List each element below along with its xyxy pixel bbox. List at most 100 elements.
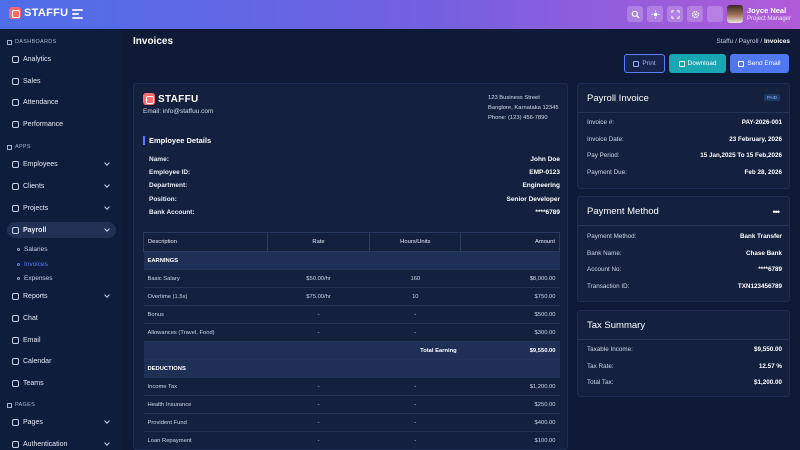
sidebar-item-reports[interactable]: Reports [7,288,116,304]
download-icon [678,60,685,67]
logo-icon [143,93,155,105]
section-icon [7,402,12,408]
grid-icon[interactable] [707,6,723,22]
logo-text: STAFFU [24,7,69,19]
logo-icon [9,7,21,19]
wallet-icon [12,226,19,234]
column-header: Amount [460,232,560,252]
card-title: Payment Method [587,206,659,217]
sidebar-item-employees[interactable]: Employees [7,156,116,172]
user-role: Project Manager [747,15,792,22]
sidebar-item-clients[interactable]: Clients [7,178,116,194]
sidebar-item-label: Clients [23,182,45,190]
table-row: Allowances (Travel, Food) - - $300.00 [143,323,560,342]
deductions-section-row: DEDUCTIONS [143,359,560,378]
sidebar-item-calendar[interactable]: Calendar [7,353,116,369]
info-row: Invoice Date: 23 February, 2026 [587,136,782,143]
bar-chart-icon [12,120,19,128]
chevron-down-icon [104,418,110,424]
sidebar-item-chat[interactable]: Chat [7,310,116,326]
download-button[interactable]: Download [669,54,726,73]
table-row: Loan Repayment - - $100.00 [143,431,560,449]
invoice-card: STAFFU Email: info@staffuu.com 123 Busin… [133,83,568,450]
sidebar-subitem-expenses[interactable]: Expenses [17,275,53,282]
sidebar-item-label: Sales [23,77,41,85]
users-icon [12,160,19,168]
analytics-icon [12,55,19,63]
divider [578,112,789,113]
dot-icon [17,248,20,251]
section-icon [7,39,12,45]
mail-icon [12,336,19,344]
folder-icon [12,204,19,212]
table-header-row: Description Rate Hours/Units Amount [143,232,560,252]
breadcrumb-link[interactable]: Staffu [716,38,733,45]
employee-row: Department: Engineering [149,182,560,189]
employee-row: Employee ID: EMP-0123 [149,169,560,176]
team-icon [12,379,19,387]
sidebar-subitem-invoices[interactable]: Invoices [17,261,48,268]
total-earning-row: Total Earning $9,550.00 [143,341,560,360]
app-logo[interactable]: STAFFU [9,7,68,19]
sidebar-item-label: Teams [23,379,44,387]
table-row: Overtime (1.5x) $75.00/hr 10 $750.00 [143,287,560,306]
menu-toggle-icon[interactable] [72,9,83,19]
sidebar-item-label: Authentication [23,440,68,448]
sidebar-subitem-salaries[interactable]: Salaries [17,246,47,253]
sidebar-item-authentication[interactable]: Authentication [7,436,116,450]
chevron-down-icon [104,204,110,210]
sidebar-item-teams[interactable]: Teams [7,375,116,391]
report-icon [12,292,19,300]
settings-icon[interactable] [687,6,703,22]
sidebar-item-label: Analytics [23,55,52,63]
tax-summary-card: Tax Summary Taxable Income: $9,550.00 Tax… [577,310,790,397]
send-email-button[interactable]: Send Email [730,54,789,73]
more-options-icon[interactable]: ••• [773,207,781,217]
info-row: Invoice #: PAY-2026-001 [587,119,782,126]
invoice-logo: STAFFU [143,93,199,105]
table-row: Health Insurance - - $250.00 [143,395,560,414]
info-row: Payment Due: Feb 28, 2026 [587,169,782,176]
column-header: Hours/Units [369,232,462,252]
divider [578,339,789,340]
send-icon [738,60,745,67]
payroll-table: Description Rate Hours/Units Amount EARN… [143,232,560,449]
print-button[interactable]: Print [624,54,665,73]
section-icon [7,144,12,150]
column-header: Rate [266,232,371,252]
breadcrumb-link[interactable]: Payroll [739,38,759,45]
sidebar-item-label: Attendance [23,98,59,106]
sun-icon[interactable] [647,6,663,22]
user-menu[interactable]: Joyce Neal Project Manager [727,5,791,23]
sidebar-item-label: Pages [23,418,43,426]
printer-icon [633,60,640,67]
sidebar-item-pages[interactable]: Pages [7,414,116,430]
fullscreen-icon[interactable] [667,6,683,22]
table-row: Income Tax - - $1,200.00 [143,377,560,396]
sidebar-item-performance[interactable]: Performance [7,116,116,132]
employee-row: Bank Account: ****6789 [149,209,560,216]
sidebar-item-attendance[interactable]: Attendance [7,94,116,110]
sales-icon [12,77,19,85]
earnings-section-row: EARNINGS [143,251,560,270]
company-address: 123 Business Street Banglore, Karnataka … [488,95,559,121]
page-title: Invoices [133,36,174,47]
company-email: Email: info@staffuu.com [143,108,214,115]
search-icon[interactable] [627,6,643,22]
sidebar-item-sales[interactable]: Sales [7,73,116,89]
table-row: Provident Fund - - $400.00 [143,413,560,432]
sidebar-item-label: Email [23,336,41,344]
employee-details-title: Employee Details [143,136,211,145]
info-row: Pay Period: 15 Jan,2025 To 15 Feb,2026 [587,152,782,159]
calendar-icon [12,357,19,365]
sidebar-item-label: Reports [23,292,48,300]
sidebar-item-payroll[interactable]: Payroll [7,222,116,238]
chevron-down-icon [104,226,110,232]
sidebar-item-analytics[interactable]: Analytics [7,51,116,67]
info-row: Transaction ID: TXN123456789 [587,283,782,290]
sidebar-section-pages: PAGES [7,402,35,408]
chevron-down-icon [104,182,110,188]
sidebar-item-label: Calendar [23,357,52,365]
sidebar-item-email[interactable]: Email [7,332,116,348]
sidebar-item-projects[interactable]: Projects [7,200,116,216]
